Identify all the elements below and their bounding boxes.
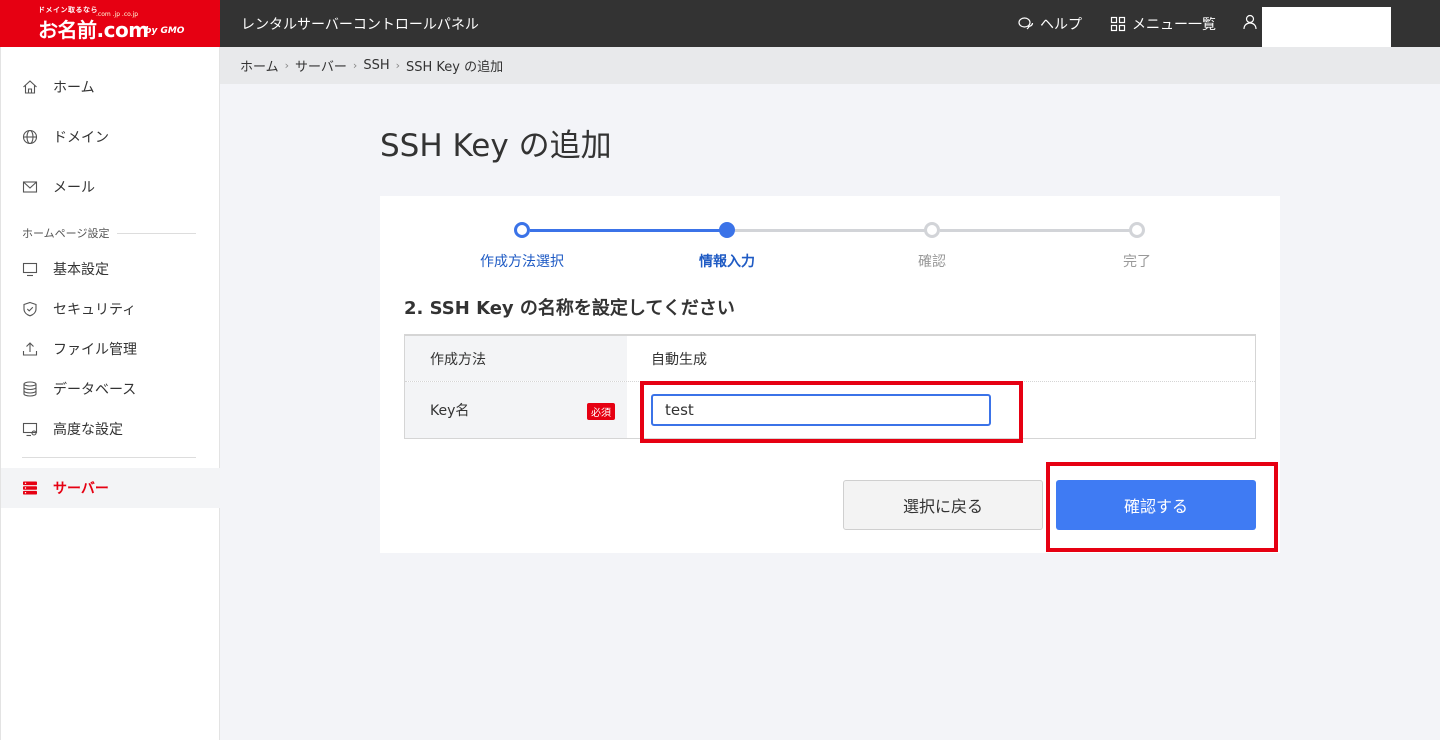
sidebar-item-label: ホーム: [53, 80, 95, 96]
help-link[interactable]: ヘルプ: [1018, 14, 1082, 34]
step-label-complete: 完了: [1123, 254, 1151, 270]
form-table: 作成方法 自動生成 Key名 必須: [404, 334, 1256, 439]
logo-sub: .com .jp .co.jp: [96, 11, 139, 18]
user-icon: [1243, 14, 1257, 30]
logo-gmo: by GMO: [145, 26, 185, 36]
key-name-label: Key名 必須: [405, 382, 627, 438]
sidebar-section-homepage: ホームページ設定: [22, 225, 196, 241]
chevron-right-icon: ›: [395, 59, 400, 72]
monitor-icon: [22, 262, 38, 277]
server-icon: [23, 481, 37, 495]
back-to-selection-button[interactable]: 選択に戻る: [843, 480, 1043, 530]
section-title: 2. SSH Key の名称を設定してください: [404, 298, 735, 319]
sidebar-section-label: ホームページ設定: [22, 227, 110, 240]
page-title: SSH Key の追加: [380, 128, 612, 164]
breadcrumb-server[interactable]: サーバー: [295, 56, 347, 75]
chat-help-icon: [1018, 17, 1034, 30]
shield-icon: [23, 301, 37, 317]
key-name-value-cell: [627, 382, 1255, 438]
sidebar-item-server[interactable]: サーバー: [1, 468, 220, 508]
chevron-right-icon: ›: [352, 59, 358, 72]
step-label-info: 情報入力: [699, 254, 755, 270]
user-menu[interactable]: [1242, 14, 1258, 30]
confirm-button[interactable]: 確認する: [1056, 480, 1256, 530]
menu-label: メニュー一覧: [1132, 17, 1216, 33]
upload-icon: [22, 342, 38, 356]
form-row-method: 作成方法 自動生成: [405, 336, 1255, 382]
help-label: ヘルプ: [1040, 17, 1082, 33]
step-dot-pending: [1129, 222, 1145, 238]
sidebar-item-file-management[interactable]: ファイル管理: [1, 329, 220, 369]
step-line-complete: [530, 229, 727, 232]
breadcrumb: ホーム › サーバー › SSH › SSH Key の追加: [220, 47, 1440, 84]
app-title: レンタルサーバーコントロールパネル: [241, 17, 479, 33]
method-label: 作成方法: [405, 336, 627, 381]
sidebar-item-label: ドメイン: [53, 130, 109, 146]
sidebar-item-label: メール: [53, 180, 95, 196]
breadcrumb-ssh[interactable]: SSH: [363, 58, 389, 73]
required-badge: 必須: [587, 403, 615, 420]
step-dot-current: [719, 222, 735, 238]
sidebar-item-basic-settings[interactable]: 基本設定: [1, 249, 220, 289]
user-name-box[interactable]: [1262, 7, 1391, 47]
step-dot-done: [514, 222, 530, 238]
key-name-label-text: Key名: [430, 403, 470, 419]
method-label-text: 作成方法: [430, 351, 486, 368]
sidebar-item-database[interactable]: データベース: [1, 369, 220, 409]
method-value: 自動生成: [627, 336, 1255, 381]
breadcrumb-home[interactable]: ホーム: [240, 56, 279, 75]
chevron-right-icon: ›: [284, 59, 290, 72]
step-line-pending: [735, 229, 932, 232]
step-line-pending: [940, 229, 1137, 232]
breadcrumb-current: SSH Key の追加: [406, 60, 504, 75]
sidebar-item-mail[interactable]: メール: [1, 167, 220, 207]
sidebar-item-domain[interactable]: ドメイン: [1, 117, 220, 157]
form-card: 作成方法選択 情報入力 確認 完了 2. SSH Key の名称を設定してくださ…: [380, 196, 1280, 553]
sidebar-item-label: サーバー: [53, 481, 109, 497]
menu-link[interactable]: メニュー一覧: [1110, 14, 1216, 34]
sidebar-item-advanced-settings[interactable]: 高度な設定: [1, 409, 220, 449]
key-name-input[interactable]: [651, 394, 991, 426]
sidebar-item-label: 基本設定: [53, 262, 109, 278]
sidebar-item-label: ファイル管理: [53, 342, 137, 358]
sidebar-item-label: データベース: [53, 382, 137, 398]
step-label-confirm: 確認: [918, 254, 946, 270]
progress-stepper: 作成方法選択 情報入力 確認 完了: [380, 196, 1280, 276]
sidebar-divider: [22, 457, 196, 458]
settings-monitor-icon: [22, 422, 38, 437]
logo-text: お名前.com: [38, 18, 149, 42]
database-icon: [23, 381, 37, 397]
sidebar: ホーム ドメイン メール ホームページ設定 基本設定 セキュリティ ファイル管理…: [0, 47, 220, 740]
step-dot-pending: [924, 222, 940, 238]
mail-icon: [22, 181, 38, 193]
sidebar-item-security[interactable]: セキュリティ: [1, 289, 220, 329]
step-label-method: 作成方法選択: [480, 254, 564, 270]
method-value-text: 自動生成: [651, 351, 707, 368]
sidebar-item-label: 高度な設定: [53, 422, 123, 438]
form-row-key-name: Key名 必須: [405, 382, 1255, 438]
sidebar-item-home[interactable]: ホーム: [1, 67, 220, 107]
top-bar: ドメイン取るなら お名前.com .com .jp .co.jp by GMO …: [0, 0, 1440, 47]
brand-logo[interactable]: ドメイン取るなら お名前.com .com .jp .co.jp by GMO: [0, 0, 220, 47]
sidebar-item-label: セキュリティ: [53, 302, 137, 318]
home-icon: [23, 80, 37, 94]
globe-icon: [22, 129, 38, 145]
grid-menu-icon: [1110, 16, 1126, 32]
